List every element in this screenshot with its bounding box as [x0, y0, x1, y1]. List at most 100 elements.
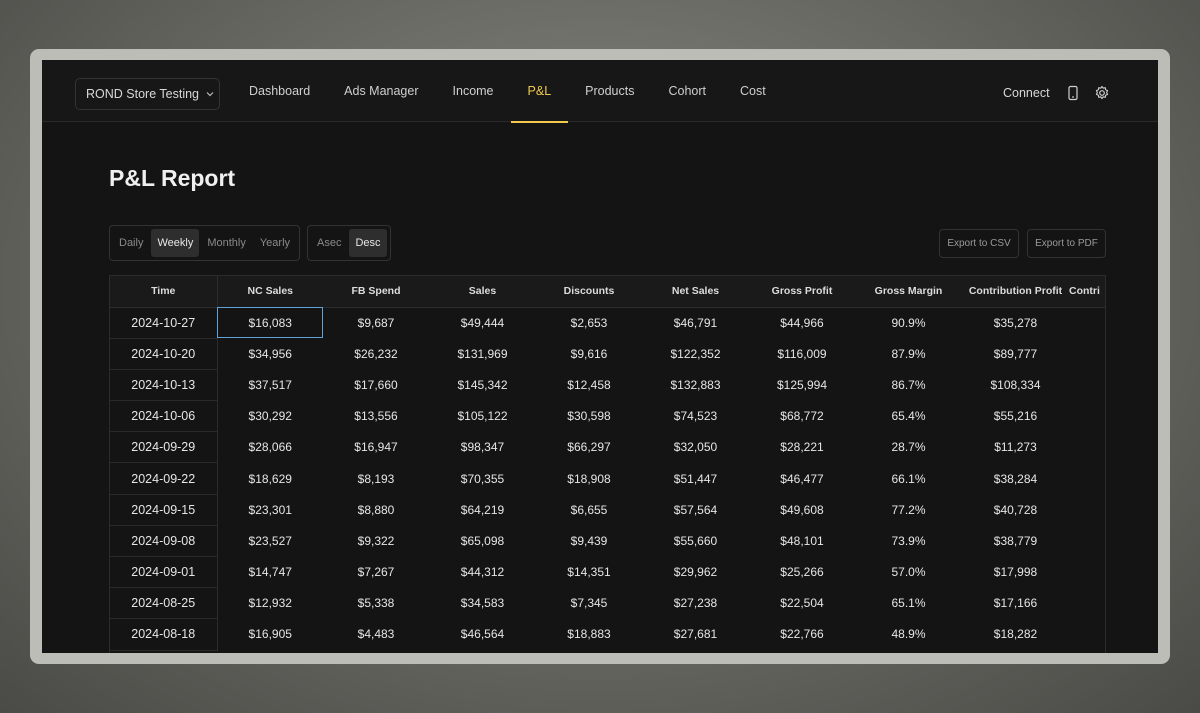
table-cell[interactable]: $28,066 — [217, 432, 323, 463]
table-cell[interactable]: $25,266 — [749, 557, 855, 588]
table-cell[interactable]: $22,504 — [749, 588, 855, 619]
table-cell[interactable]: $18,883 — [536, 619, 642, 650]
table-cell[interactable]: $48,101 — [749, 525, 855, 556]
table-cell[interactable]: $14,351 — [536, 557, 642, 588]
table-cell[interactable]: 66.1% — [855, 463, 962, 494]
table-cell[interactable]: $16,947 — [323, 432, 429, 463]
table-cell[interactable]: 48.9% — [855, 619, 962, 650]
table-cell[interactable]: $18,629 — [217, 463, 323, 494]
table-cell[interactable]: $4,483 — [323, 619, 429, 650]
nav-item-cost[interactable]: Cost — [723, 60, 783, 122]
table-cell[interactable]: $38,284 — [962, 463, 1069, 494]
table-cell[interactable]: $49,608 — [749, 494, 855, 525]
table-cell[interactable]: $9,687 — [323, 307, 429, 338]
row-date-cell[interactable]: 2024-09-15 — [110, 494, 218, 526]
table-cell[interactable]: $2,653 — [536, 307, 642, 338]
table-cell[interactable]: 65.1% — [855, 588, 962, 619]
row-date-cell[interactable]: 2024-09-08 — [110, 525, 218, 558]
table-cell[interactable]: $27,681 — [642, 619, 749, 650]
nav-item-p-l[interactable]: P&L — [510, 60, 569, 123]
table-cell[interactable]: $132,883 — [642, 369, 749, 400]
column-header[interactable]: FB Spend — [323, 276, 429, 308]
table-cell[interactable]: $9,616 — [536, 338, 642, 369]
table-cell[interactable]: $11,273 — [962, 432, 1069, 463]
store-selector[interactable]: ROND Store Testing — [75, 78, 220, 110]
table-cell[interactable]: $26,232 — [323, 338, 429, 369]
table-cell[interactable]: $29,962 — [642, 557, 749, 588]
connect-link[interactable]: Connect — [1003, 86, 1050, 100]
row-date-cell[interactable]: 2024-10-20 — [110, 338, 218, 370]
phone-icon[interactable] — [1065, 85, 1081, 101]
column-header[interactable]: Net Sales — [642, 276, 749, 308]
nav-item-ads-manager[interactable]: Ads Manager — [327, 60, 435, 122]
table-cell[interactable]: $17,166 — [962, 588, 1069, 619]
table-cell[interactable]: $9,439 — [536, 525, 642, 556]
table-cell[interactable]: $49,444 — [429, 307, 536, 338]
column-header[interactable]: Sales — [429, 276, 536, 308]
column-header[interactable]: Contri — [1069, 276, 1105, 308]
table-cell[interactable]: $28,221 — [749, 432, 855, 463]
column-header[interactable]: Gross Margin — [855, 276, 962, 308]
table-cell[interactable]: $44,966 — [749, 307, 855, 338]
column-header[interactable]: Gross Profit — [749, 276, 855, 308]
period-option-monthly[interactable]: Monthly — [201, 229, 252, 257]
table-cell[interactable]: $32,050 — [642, 432, 749, 463]
table-cell[interactable]: $116,009 — [749, 338, 855, 369]
table-cell[interactable]: $30,598 — [536, 401, 642, 432]
column-header[interactable]: NC Sales — [217, 276, 323, 308]
table-cell[interactable]: $125,994 — [749, 369, 855, 400]
period-option-weekly[interactable]: Weekly — [151, 229, 200, 257]
table-cell[interactable]: $38,779 — [962, 525, 1069, 556]
table-cell[interactable]: $7,267 — [323, 557, 429, 588]
table-cell[interactable]: 65.4% — [855, 401, 962, 432]
table-cell[interactable]: $55,660 — [642, 525, 749, 556]
table-cell[interactable]: $18,282 — [962, 619, 1069, 650]
column-header[interactable]: Contribution Profit — [962, 276, 1069, 308]
table-cell[interactable]: 57.0% — [855, 557, 962, 588]
table-cell[interactable]: $122,352 — [642, 338, 749, 369]
table-cell[interactable]: $57,564 — [642, 494, 749, 525]
table-cell[interactable]: $44,312 — [429, 557, 536, 588]
table-cell[interactable]: $74,523 — [642, 401, 749, 432]
row-date-cell[interactable]: 2024-09-01 — [110, 556, 218, 589]
nav-item-dashboard[interactable]: Dashboard — [232, 60, 327, 122]
export-csv-button[interactable]: Export to CSV — [939, 229, 1019, 258]
table-cell[interactable]: $105,122 — [429, 401, 536, 432]
table-cell[interactable]: $34,583 — [429, 588, 536, 619]
table-cell[interactable]: 90.9% — [855, 307, 962, 338]
table-cell[interactable]: $22,766 — [749, 619, 855, 650]
table-cell[interactable]: $46,477 — [749, 463, 855, 494]
table-cell[interactable]: $145,342 — [429, 369, 536, 400]
table-cell[interactable]: $5,338 — [323, 588, 429, 619]
table-cell[interactable]: $6,655 — [536, 494, 642, 525]
table-cell[interactable]: $16,083 — [217, 307, 323, 339]
row-date-cell[interactable]: 2024-10-27 — [110, 307, 218, 339]
table-cell[interactable]: $17,998 — [962, 557, 1069, 588]
table-cell[interactable]: $8,193 — [323, 463, 429, 494]
table-cell[interactable]: $9,322 — [323, 525, 429, 556]
table-cell[interactable]: $7,345 — [536, 588, 642, 619]
column-header[interactable]: Discounts — [536, 276, 642, 308]
table-cell[interactable]: $40,728 — [962, 494, 1069, 525]
table-cell[interactable]: $27,238 — [642, 588, 749, 619]
row-date-cell[interactable]: 2024-09-29 — [110, 431, 218, 464]
table-cell[interactable]: $37,517 — [217, 369, 323, 400]
nav-item-cohort[interactable]: Cohort — [652, 60, 724, 122]
table-cell[interactable]: $108,334 — [962, 369, 1069, 400]
table-cell[interactable]: $131,969 — [429, 338, 536, 369]
nav-item-products[interactable]: Products — [568, 60, 651, 122]
row-date-cell[interactable]: 2024-08-18 — [110, 618, 218, 651]
table-cell[interactable]: $8,880 — [323, 494, 429, 525]
table-cell[interactable]: $12,932 — [217, 588, 323, 619]
column-header[interactable]: Time — [110, 276, 218, 308]
sort-option-asec[interactable]: Asec — [311, 229, 347, 257]
table-cell[interactable]: 73.9% — [855, 525, 962, 556]
gear-icon[interactable] — [1094, 85, 1110, 101]
table-cell[interactable]: 87.9% — [855, 338, 962, 369]
export-pdf-button[interactable]: Export to PDF — [1027, 229, 1106, 258]
sort-option-desc[interactable]: Desc — [349, 229, 387, 257]
table-cell[interactable]: $98,347 — [429, 432, 536, 463]
table-cell[interactable]: $13,556 — [323, 401, 429, 432]
row-date-cell[interactable]: 2024-08-25 — [110, 587, 218, 620]
table-cell[interactable]: $18,908 — [536, 463, 642, 494]
